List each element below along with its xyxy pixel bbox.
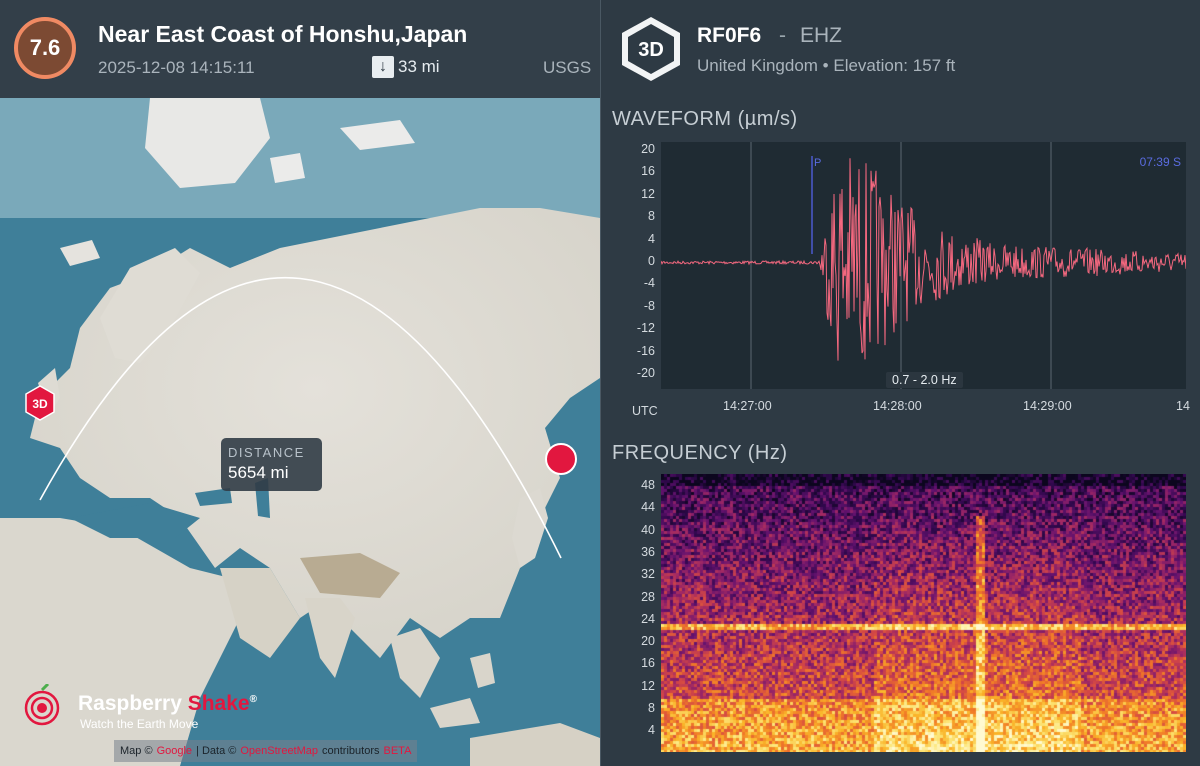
- waveform-timezone: UTC: [632, 404, 658, 418]
- spectrogram-y-tick: 24: [641, 611, 655, 626]
- down-arrow-icon: ↓: [372, 56, 394, 78]
- epicenter-marker[interactable]: [545, 443, 577, 475]
- waveform-canvas: P 07:39 S: [660, 142, 1187, 389]
- station-code: RF0F6: [697, 24, 762, 47]
- brand-name: Raspberry Shake®: [78, 692, 257, 716]
- depth-value: 33 mi: [398, 57, 440, 76]
- spectrogram-y-tick: 40: [641, 522, 655, 537]
- attribution-google-link[interactable]: Google: [157, 745, 192, 757]
- distance-tooltip: DISTANCE 5654 mi: [221, 438, 322, 491]
- brand-name-part2: Shake: [187, 692, 250, 715]
- spectrogram-y-tick: 20: [641, 634, 655, 649]
- brand-name-part1: Raspberry: [78, 692, 188, 715]
- attribution-end[interactable]: BETA: [384, 745, 412, 757]
- brand-tagline: Watch the Earth Move: [80, 717, 199, 731]
- spectrogram-y-tick: 28: [641, 589, 655, 604]
- waveform-x-tick: 14:28:00: [873, 399, 922, 413]
- magnitude-badge: 7.6: [14, 17, 76, 79]
- spectrogram-y-tick: 36: [641, 544, 655, 559]
- station-marker-label: 3D: [32, 397, 48, 411]
- waveform-y-tick: -4: [643, 276, 655, 291]
- event-title: Near East Coast of Honshu,Japan: [98, 21, 468, 47]
- waveform-x-tick: 14: [1176, 399, 1190, 413]
- map-canvas: [0, 98, 600, 766]
- spectrogram-plot[interactable]: [661, 474, 1186, 752]
- station-hex-icon: 3D: [622, 17, 680, 81]
- waveform-y-tick: 4: [648, 231, 655, 246]
- attribution-osm-link[interactable]: OpenStreetMap: [240, 745, 318, 757]
- distance-label: DISTANCE: [228, 445, 305, 460]
- waveform-y-tick: -16: [636, 343, 655, 358]
- waveform-y-tick: 12: [641, 186, 655, 201]
- event-time: 2025-12-08 14:15:11: [98, 58, 255, 77]
- station-header[interactable]: 3D RF0F6 - EHZ United Kingdom • Elevatio…: [601, 0, 1200, 98]
- waveform-y-tick: -20: [636, 366, 655, 380]
- spectrogram-y-tick: 16: [641, 656, 655, 671]
- spectrogram-y-tick: 32: [641, 567, 655, 582]
- distance-value: 5654 mi: [228, 463, 289, 482]
- event-source: USGS: [543, 58, 592, 77]
- station-location: United Kingdom • Elevation: 157 ft: [697, 56, 956, 75]
- waveform-x-tick: 14:29:00: [1023, 399, 1072, 413]
- station-channel: EHZ: [800, 24, 842, 47]
- brand-registered: ®: [249, 694, 257, 705]
- spectrogram-y-tick: 8: [648, 701, 655, 715]
- event-depth: ↓ 33 mi: [372, 56, 440, 78]
- attribution-prefix: Map ©: [120, 745, 153, 757]
- attribution-suffix: contributors: [322, 745, 380, 757]
- map-attribution: Map © Google | Data © OpenStreetMap cont…: [114, 740, 418, 762]
- spectrogram-y-tick: 12: [641, 678, 655, 693]
- waveform-plot[interactable]: P 07:39 S: [660, 142, 1187, 389]
- waveform-trace: [660, 158, 1187, 361]
- station-separator: -: [779, 24, 786, 47]
- waveform-y-tick: -8: [643, 298, 655, 313]
- spectrogram-y-tick: 48: [641, 478, 655, 492]
- waveform-y-tick: 20: [641, 142, 655, 156]
- brand-logo: Raspberry Shake® Watch the Earth Move: [22, 682, 302, 732]
- spectrogram-y-tick: 44: [641, 500, 655, 515]
- event-panel: 7.6 Near East Coast of Honshu,Japan 2025…: [0, 0, 600, 766]
- station-marker-icon[interactable]: 3D: [24, 385, 56, 421]
- event-header[interactable]: 7.6 Near East Coast of Honshu,Japan 2025…: [0, 0, 600, 98]
- spectrogram-canvas: [661, 474, 1186, 752]
- attribution-middle: | Data ©: [196, 745, 237, 757]
- map[interactable]: DISTANCE 5654 mi: [0, 98, 600, 766]
- waveform-y-tick: 0: [648, 254, 655, 268]
- raspberry-shake-logo-icon: [24, 684, 60, 726]
- waveform-x-tick: 14:27:00: [723, 399, 772, 413]
- station-badge: 3D: [638, 39, 664, 61]
- waveform-y-tick: 8: [648, 209, 655, 224]
- filter-label[interactable]: 0.7 - 2.0 Hz: [886, 372, 963, 388]
- waveform-y-tick: -12: [636, 321, 655, 336]
- waveform-title: WAVEFORM (µm/s): [612, 108, 798, 130]
- p-wave-label: P: [814, 157, 821, 169]
- spectrogram-y-tick: 4: [648, 723, 655, 738]
- waveform-y-tick: 16: [641, 164, 655, 179]
- frequency-title: FREQUENCY (Hz): [612, 442, 788, 464]
- s-wave-label: 07:39 S: [1140, 155, 1181, 169]
